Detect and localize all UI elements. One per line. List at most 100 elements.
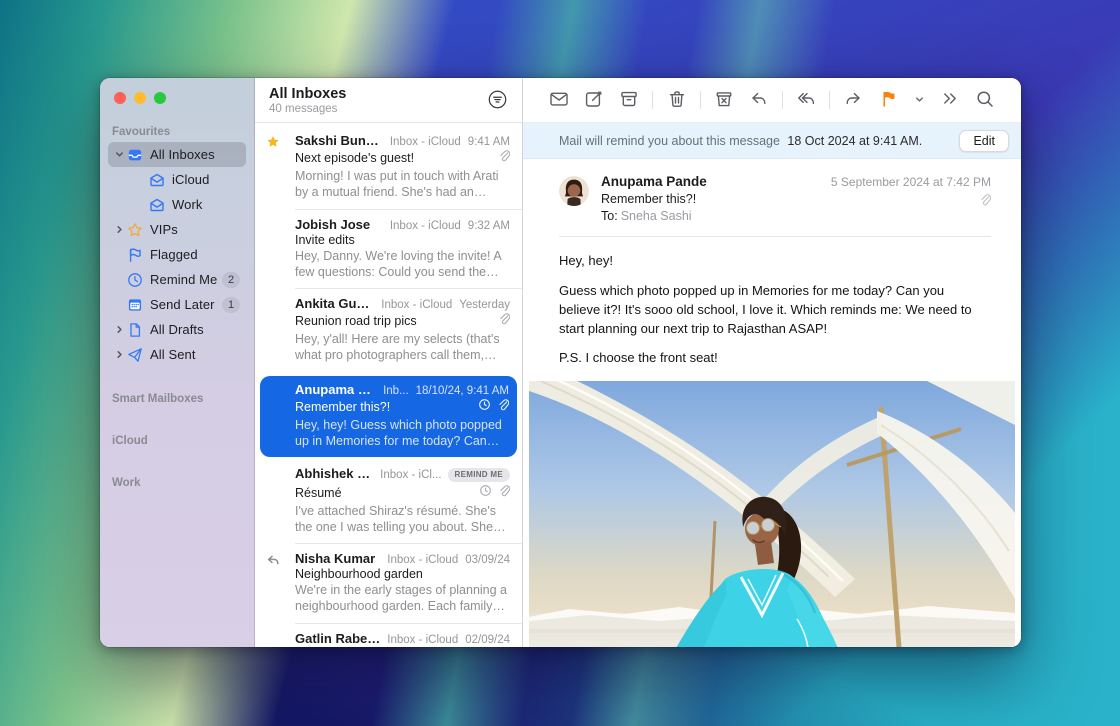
message-list-header: All Inboxes 40 messages bbox=[255, 78, 522, 123]
body-paragraph: P.S. I choose the front seat! bbox=[559, 349, 985, 368]
replied-icon bbox=[266, 553, 281, 568]
tray-icon bbox=[127, 146, 144, 163]
paperclip-icon bbox=[497, 484, 510, 502]
message-time: 03/09/24 bbox=[465, 554, 510, 566]
toolbar-separator bbox=[652, 91, 653, 109]
chevron-right-icon[interactable] bbox=[112, 325, 126, 335]
close-window-button[interactable] bbox=[114, 92, 126, 104]
reminder-text: Mail will remind you about this message … bbox=[559, 134, 959, 148]
envelope-icon bbox=[549, 89, 569, 112]
archive-icon bbox=[619, 89, 639, 112]
message-row[interactable]: Jobish Jose Inbox - iCloud 9:32 AM Invit… bbox=[255, 210, 522, 290]
message-row-subject: Résumé bbox=[295, 486, 479, 500]
message-mailbox: Inbox - iCloud bbox=[387, 634, 458, 646]
window-controls bbox=[100, 92, 254, 118]
chevron-right-icon[interactable] bbox=[112, 350, 126, 360]
mail-open-icon bbox=[149, 171, 166, 188]
message-sender: Gatlin Raberts bbox=[295, 631, 381, 646]
doc-icon bbox=[127, 321, 144, 338]
message-sender: Jobish Jose bbox=[295, 217, 384, 232]
minimize-window-button[interactable] bbox=[134, 92, 146, 104]
message-row[interactable]: Gatlin Raberts Inbox - iCloud 02/09/24 L… bbox=[255, 624, 522, 648]
delete-button[interactable] bbox=[665, 87, 689, 114]
zoom-window-button[interactable] bbox=[154, 92, 166, 104]
sidebar: Favourites All Inboxes iCloud Work VIPs … bbox=[100, 78, 255, 647]
message-row-subject: Remember this?! bbox=[295, 400, 478, 414]
sidebar-item-all-sent[interactable]: All Sent bbox=[108, 342, 246, 367]
toolbar bbox=[523, 78, 1021, 123]
flag-icon bbox=[879, 89, 899, 112]
message-header: Anupama Pande Remember this?! To:Sneha S… bbox=[523, 159, 1021, 223]
message-row-subject: Invite edits bbox=[295, 233, 510, 247]
open-message-subject: Remember this?! bbox=[601, 192, 831, 206]
get-mail-button[interactable] bbox=[547, 87, 571, 114]
sidebar-item-work[interactable]: Work bbox=[108, 192, 246, 217]
edit-reminder-button[interactable]: Edit bbox=[959, 130, 1009, 152]
remind-me-badge: REMIND ME bbox=[448, 468, 510, 482]
message-list: Sakshi Bungay Inbox - iCloud 9:41 AM Nex… bbox=[255, 123, 522, 647]
message-row[interactable]: Anupama Pande Inb... 18/10/24, 9:41 AM R… bbox=[260, 376, 517, 458]
message-mailbox: Inb... bbox=[383, 385, 409, 397]
attachment-paperclip-icon bbox=[831, 193, 991, 206]
paperclip-icon bbox=[496, 398, 509, 416]
section-header-icloud: iCloud bbox=[100, 427, 254, 451]
clock-icon bbox=[127, 271, 144, 288]
sidebar-item-vips[interactable]: VIPs bbox=[108, 217, 246, 242]
message-mailbox: Inbox - iCloud bbox=[387, 554, 458, 566]
message-row[interactable]: Sakshi Bungay Inbox - iCloud 9:41 AM Nex… bbox=[255, 126, 522, 210]
toolbar-separator bbox=[700, 91, 701, 109]
sidebar-item-all-inboxes[interactable]: All Inboxes bbox=[108, 142, 246, 167]
message-row[interactable]: Ankita Gupta Inbox - iCloud Yesterday Re… bbox=[255, 289, 522, 373]
filter-button[interactable] bbox=[484, 87, 510, 113]
message-sender: Ankita Gupta bbox=[295, 296, 375, 311]
chevron-down-icon[interactable] bbox=[112, 150, 126, 160]
sender-avatar bbox=[559, 176, 589, 206]
reply-button[interactable] bbox=[747, 87, 771, 114]
body-paragraph: Hey, hey! bbox=[559, 252, 985, 271]
attachment-photo[interactable] bbox=[529, 381, 1015, 647]
body-paragraph: Guess which photo popped up in Memories … bbox=[559, 282, 985, 339]
more-icon bbox=[940, 89, 960, 112]
message-row-subject: Las Vegas spots bbox=[295, 647, 510, 648]
message-preview: I've attached Shiraz's résumé. She's the… bbox=[295, 503, 510, 536]
chevron-right-icon[interactable] bbox=[112, 225, 126, 235]
calendar-icon bbox=[127, 296, 144, 313]
flag-menu-button[interactable] bbox=[912, 91, 927, 110]
compose-button[interactable] bbox=[582, 87, 606, 114]
to-label: To: bbox=[601, 209, 618, 223]
desktop-wallpaper: Favourites All Inboxes iCloud Work VIPs … bbox=[0, 0, 1120, 726]
reply-all-button[interactable] bbox=[794, 87, 818, 114]
message-time: Yesterday bbox=[459, 299, 510, 311]
junk-button[interactable] bbox=[712, 87, 736, 114]
section-header-work: Work bbox=[100, 469, 254, 493]
message-row[interactable]: Abhishek Kumar Inbox - iCl... REMIND ME … bbox=[255, 459, 522, 544]
forward-button[interactable] bbox=[841, 87, 865, 114]
forward-icon bbox=[843, 89, 863, 112]
toolbar-separator bbox=[782, 91, 783, 109]
mailbox-title: All Inboxes bbox=[269, 86, 484, 102]
message-count: 40 messages bbox=[269, 103, 484, 115]
message-preview: We're in the early stages of planning a … bbox=[295, 582, 510, 615]
search-button[interactable] bbox=[973, 87, 997, 114]
flag-button[interactable] bbox=[877, 87, 901, 114]
message-row[interactable]: Nisha Kumar Inbox - iCloud 03/09/24 Neig… bbox=[255, 544, 522, 624]
sidebar-item-flagged[interactable]: Flagged bbox=[108, 242, 246, 267]
sidebar-item-remind-me[interactable]: Remind Me 2 bbox=[108, 267, 246, 292]
message-view-pane: Mail will remind you about this message … bbox=[523, 78, 1021, 647]
message-mailbox: Inbox - iCloud bbox=[390, 136, 461, 148]
filter-icon bbox=[487, 98, 508, 113]
message-row-subject: Next episode's guest! bbox=[295, 151, 497, 165]
flag-icon bbox=[127, 246, 144, 263]
message-sender: Abhishek Kumar bbox=[295, 466, 374, 481]
message-time: 02/09/24 bbox=[465, 634, 510, 646]
more-toolbar-items-button[interactable] bbox=[938, 87, 962, 114]
unread-count-badge: 1 bbox=[222, 297, 240, 313]
sidebar-item-send-later[interactable]: Send Later 1 bbox=[108, 292, 246, 317]
favourites-header: Favourites bbox=[100, 118, 254, 142]
archive-button[interactable] bbox=[617, 87, 641, 114]
trash-icon bbox=[667, 89, 687, 112]
message-date: 5 September 2024 at 7:42 PM bbox=[831, 175, 991, 189]
reply-all-icon bbox=[796, 89, 816, 112]
sidebar-item-all-drafts[interactable]: All Drafts bbox=[108, 317, 246, 342]
sidebar-item-icloud[interactable]: iCloud bbox=[108, 167, 246, 192]
